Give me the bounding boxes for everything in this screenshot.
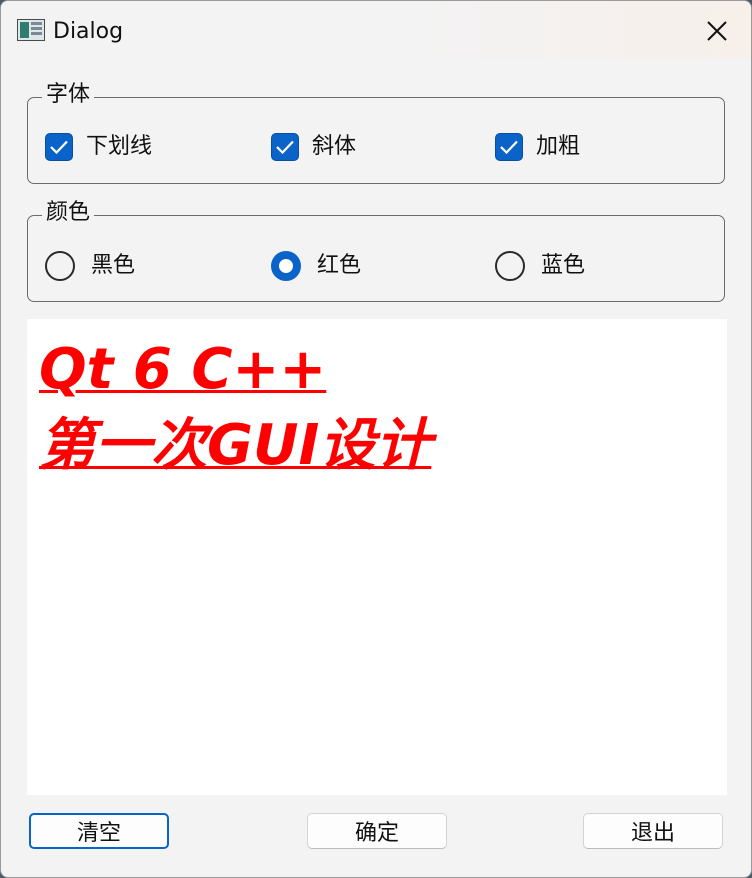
radio-black[interactable]: 黑色	[45, 250, 135, 282]
checkbox-box[interactable]	[495, 133, 523, 161]
checkmark-icon	[50, 140, 68, 155]
text-edit-line: 第一次GUI设计	[39, 413, 432, 478]
title-bar[interactable]: Dialog	[1, 1, 751, 59]
radio-red[interactable]: 红色	[271, 250, 361, 282]
color-group: 颜色 黑色 红色 蓝色	[27, 198, 725, 302]
font-group-title: 字体	[42, 80, 95, 110]
checkmark-icon	[276, 140, 294, 155]
radio-circle[interactable]	[271, 251, 301, 281]
checkbox-bold-label: 加粗	[536, 134, 581, 159]
radio-red-label: 红色	[317, 253, 362, 278]
checkbox-box[interactable]	[271, 133, 299, 161]
clear-button[interactable]: 清空	[29, 813, 169, 849]
checkbox-italic-label: 斜体	[312, 134, 357, 159]
ok-button[interactable]: 确定	[307, 813, 447, 849]
checkbox-box[interactable]	[45, 133, 73, 161]
text-edit[interactable]: Qt 6 C++ 第一次GUI设计	[27, 319, 727, 795]
checkbox-underline[interactable]: 下划线	[45, 132, 152, 162]
app-window-icon	[17, 19, 45, 41]
radio-blue[interactable]: 蓝色	[495, 250, 585, 282]
text-edit-line: Qt 6 C++	[39, 337, 327, 402]
checkbox-italic[interactable]: 斜体	[271, 132, 356, 162]
checkmark-icon	[500, 140, 518, 155]
close-x-icon	[707, 21, 727, 41]
exit-button[interactable]: 退出	[583, 813, 723, 849]
checkbox-underline-label: 下划线	[86, 134, 153, 159]
close-button[interactable]	[691, 11, 743, 51]
radio-black-label: 黑色	[91, 253, 136, 278]
window-title: Dialog	[53, 19, 124, 44]
radio-circle[interactable]	[45, 251, 75, 281]
dialog-window: Dialog 字体 下划线 斜体 加粗 颜色 黑色 红色 蓝色 Qt 6 C++…	[0, 0, 752, 878]
color-group-title: 颜色	[42, 198, 95, 228]
radio-blue-label: 蓝色	[541, 253, 586, 278]
radio-circle[interactable]	[495, 251, 525, 281]
font-group: 字体 下划线 斜体 加粗	[27, 80, 725, 184]
checkbox-bold[interactable]: 加粗	[495, 132, 580, 162]
